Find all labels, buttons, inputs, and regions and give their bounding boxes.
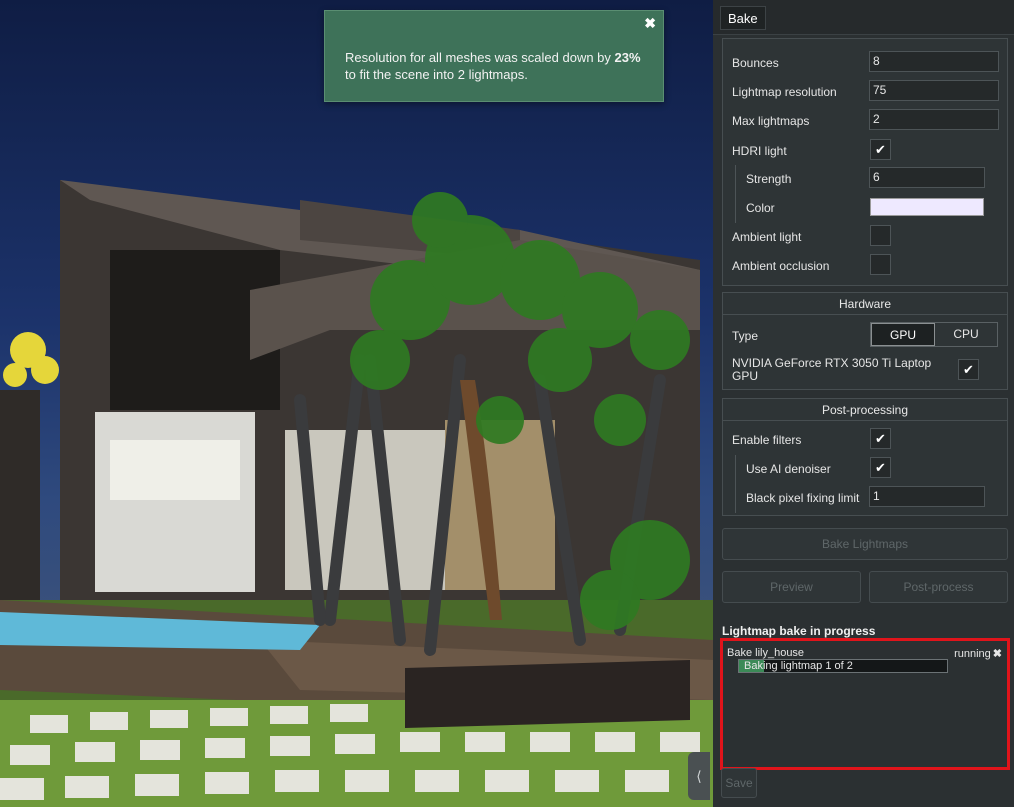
save-button[interactable]: Save (721, 768, 757, 798)
cancel-bake-icon[interactable]: ✖ (993, 648, 1002, 660)
bake-lightmaps-button[interactable]: Bake Lightmaps (722, 528, 1008, 560)
scene-render (0, 180, 713, 807)
color-row: Color (723, 196, 1007, 220)
bounces-row: Bounces 8 (723, 51, 1007, 75)
bake-job-status: running ✖ (954, 647, 1002, 660)
bounces-label: Bounces (732, 56, 779, 70)
toast-text-before: Resolution for all meshes was scaled dow… (345, 50, 615, 65)
cpu-option[interactable]: CPU (935, 323, 997, 346)
bake-job-name: Bake lily_house (727, 647, 805, 659)
ai-denoiser-row: Use AI denoiser ✔ (723, 457, 1007, 481)
post-process-button[interactable]: Post-process (869, 571, 1008, 603)
gpu-device-checkbox[interactable]: ✔ (958, 359, 979, 380)
toast-close-icon[interactable]: ✖ (644, 15, 656, 32)
max-lightmaps-input[interactable]: 2 (869, 109, 999, 130)
enable-filters-label: Enable filters (732, 433, 802, 447)
ambient-light-label: Ambient light (732, 230, 802, 244)
hdri-light-checkbox[interactable]: ✔ (870, 139, 891, 160)
ambient-occlusion-row: Ambient occlusion (723, 254, 1007, 278)
hdri-light-label: HDRI light (732, 144, 787, 158)
bake-panel: Bake Bounces 8 Lightmap resolution 75 Ma… (713, 0, 1014, 807)
post-processing-title: Post-processing (723, 399, 1007, 421)
hdri-light-row: HDRI light ✔ (723, 139, 1007, 163)
lightmap-resolution-input[interactable]: 75 (869, 80, 999, 101)
hardware-title: Hardware (723, 293, 1007, 315)
chevron-left-icon: ⟨ (696, 767, 702, 784)
gpu-device-row: NVIDIA GeForce RTX 3050 Ti Laptop GPU ✔ (723, 355, 1007, 385)
ai-denoiser-checkbox[interactable]: ✔ (870, 457, 891, 478)
ambient-occlusion-label: Ambient occlusion (732, 259, 830, 273)
bake-progress-title: Lightmap bake in progress (722, 624, 876, 638)
bake-progress-text: Baking lightmap 1 of 2 (744, 660, 853, 672)
bake-progress-bar: Baking lightmap 1 of 2 (738, 659, 948, 673)
lightmap-resolution-row: Lightmap resolution 75 (723, 80, 1007, 104)
lightmap-resolution-label: Lightmap resolution (732, 85, 837, 99)
tab-bake[interactable]: Bake (720, 6, 766, 30)
gpu-device-label: NVIDIA GeForce RTX 3050 Ti Laptop GPU (732, 356, 932, 383)
bake-job-panel: Bake lily_house running ✖ Baking lightmap… (720, 638, 1010, 770)
black-pixel-input[interactable]: 1 (869, 486, 985, 507)
max-lightmaps-row: Max lightmaps 2 (723, 109, 1007, 133)
ambient-light-row: Ambient light (723, 225, 1007, 249)
gpu-option[interactable]: GPU (871, 323, 935, 346)
color-label: Color (746, 201, 775, 215)
panel-tabbar: Bake (713, 0, 1014, 35)
hardware-section: Hardware Type GPU CPU NVIDIA GeForce RTX… (722, 292, 1008, 390)
collapse-panel-button[interactable]: ⟨ (688, 752, 710, 800)
ambient-light-checkbox[interactable] (870, 225, 891, 246)
enable-filters-row: Enable filters ✔ (723, 428, 1007, 452)
color-swatch[interactable] (870, 198, 984, 216)
bake-settings-section: Bounces 8 Lightmap resolution 75 Max lig… (722, 38, 1008, 286)
toast-text-after: to fit the scene into 2 lightmaps. (345, 67, 528, 82)
enable-filters-checkbox[interactable]: ✔ (870, 428, 891, 449)
black-pixel-label: Black pixel fixing limit (746, 491, 860, 505)
notification-toast: ✖ Resolution for all meshes was scaled d… (324, 10, 664, 102)
strength-input[interactable]: 6 (869, 167, 985, 188)
post-processing-section: Post-processing Enable filters ✔ Use AI … (722, 398, 1008, 516)
bounces-input[interactable]: 8 (869, 51, 999, 72)
hardware-type-label: Type (732, 329, 759, 343)
toast-percent: 23% (614, 50, 641, 65)
strength-label: Strength (746, 172, 792, 186)
preview-button[interactable]: Preview (722, 571, 861, 603)
strength-row: Strength 6 (723, 167, 1007, 191)
scene-viewport[interactable]: ✖ Resolution for all meshes was scaled d… (0, 0, 713, 807)
hardware-type-row: Type GPU CPU (723, 315, 1007, 355)
ai-denoiser-label: Use AI denoiser (746, 462, 831, 476)
black-pixel-row: Black pixel fixing limit 1 (723, 486, 1007, 510)
hardware-type-toggle: GPU CPU (870, 322, 998, 347)
max-lightmaps-label: Max lightmaps (732, 114, 810, 128)
ambient-occlusion-checkbox[interactable] (870, 254, 891, 275)
bake-status-text: running (954, 648, 991, 660)
